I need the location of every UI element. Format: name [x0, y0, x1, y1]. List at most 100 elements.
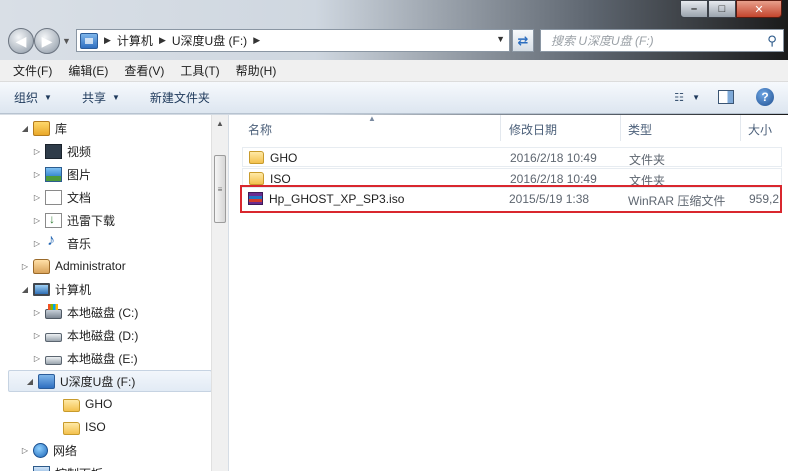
share-label: 共享	[81, 91, 106, 105]
column-type[interactable]: 类型	[628, 121, 652, 138]
breadcrumb-computer[interactable]: 计算机	[117, 32, 153, 49]
tree-item-label: GHO	[85, 397, 113, 411]
tree-item-label: 图片	[67, 167, 92, 182]
tree-item-label: 网络	[53, 443, 78, 458]
expand-arrow-icon[interactable]: ▷	[20, 262, 30, 271]
folder-icon	[63, 398, 80, 412]
control-panel-icon	[33, 465, 50, 471]
tree-item-label: 视频	[67, 144, 92, 159]
tree-item[interactable]: ◢ U深度U盘 (F:)	[8, 370, 212, 392]
expand-arrow-icon[interactable]: ▷	[32, 147, 42, 156]
navigation-pane: ◢库▷视频▷图片▷文档▷迅雷下载▷音乐▷Administrator◢计算机▷本地…	[0, 115, 228, 471]
tree-item[interactable]: ◢ 计算机	[20, 278, 91, 300]
tree-item[interactable]: ▷ 文档	[32, 186, 91, 208]
tree-item[interactable]: GHO	[44, 393, 112, 415]
drive-location-icon	[80, 32, 98, 49]
recent-pages-dropdown[interactable]: ▼	[62, 36, 71, 46]
back-button[interactable]: ◀	[8, 28, 34, 54]
file-modified: 2016/2/18 10:49	[510, 172, 597, 186]
file-modified: 2016/2/18 10:49	[510, 151, 597, 165]
scroll-up-arrow-icon[interactable]: ▲	[212, 115, 228, 131]
expand-arrow-icon[interactable]: ▷	[32, 170, 42, 179]
file-row[interactable]: GHO 2016/2/18 10:49 文件夹	[242, 147, 782, 167]
expand-arrow-icon[interactable]: ▷	[32, 239, 42, 248]
tree-item-label: U深度U盘 (F:)	[60, 374, 136, 389]
music-icon	[45, 232, 62, 251]
tree-item[interactable]: ISO	[44, 416, 106, 438]
expand-arrow-icon[interactable]: ▷	[32, 331, 42, 340]
tree-item[interactable]: ▷ 本地磁盘 (E:)	[32, 347, 138, 369]
user-folder-icon	[33, 258, 50, 274]
search-placeholder: 搜索 U深度U盘 (F:)	[551, 34, 654, 48]
preview-pane-icon[interactable]	[718, 90, 734, 104]
address-row: ◀ ▶ ▼ ▶ 计算机 ▶ U深度U盘 (F:) ▶ ▼ ⇄ 搜索 U深度U盘 …	[0, 24, 788, 58]
search-icon[interactable]: ⚲	[761, 30, 783, 51]
folder-icon	[249, 151, 264, 164]
breadcrumb-separator[interactable]: ▶	[159, 35, 166, 46]
column-divider[interactable]	[620, 115, 621, 141]
new-folder-button[interactable]: 新建文件夹	[150, 89, 210, 106]
menu-tools[interactable]: 工具(T)	[177, 60, 222, 81]
file-list: 名称 ▲ 修改日期 类型 大小 GHO 2016/2/18 10:49 文件夹 ISO…	[234, 115, 788, 471]
collapse-arrow-icon[interactable]: ◢	[20, 285, 30, 294]
usb-drive-icon	[38, 373, 55, 389]
expand-arrow-icon[interactable]: ▷	[32, 216, 42, 225]
tree-item[interactable]: ▷ 图片	[32, 163, 91, 185]
collapse-arrow-icon[interactable]: ◢	[20, 124, 30, 133]
close-button[interactable]: ✕	[736, 0, 782, 18]
maximize-button[interactable]: □	[708, 0, 736, 18]
menu-file[interactable]: 文件(F)	[10, 60, 55, 81]
tree-item[interactable]: ◢ 库	[20, 117, 67, 139]
sort-ascending-icon: ▲	[368, 115, 376, 123]
command-bar: 组织 ▼ 共享 ▼ 新建文件夹 ☷ ▼ ?	[0, 82, 788, 114]
breadcrumb-separator[interactable]: ▶	[253, 35, 260, 46]
tree-item[interactable]: ▷ 本地磁盘 (C:)	[32, 301, 138, 323]
tree-item[interactable]: ▷ 迅雷下载	[32, 209, 115, 231]
address-bar[interactable]: ▶ 计算机 ▶ U深度U盘 (F:) ▶ ▼	[76, 29, 510, 52]
address-dropdown-icon[interactable]: ▼	[496, 34, 505, 44]
highlight-annotation	[240, 185, 782, 213]
tree-item[interactable]: ▷ 视频	[32, 140, 91, 162]
share-button[interactable]: 共享 ▼	[82, 89, 120, 106]
expand-arrow-icon[interactable]: ▷	[32, 193, 42, 202]
tree-item[interactable]: ▷ 音乐	[32, 232, 91, 254]
scrollbar-thumb[interactable]: ≡	[214, 155, 226, 223]
menu-help[interactable]: 帮助(H)	[233, 60, 280, 81]
tree-item[interactable]: ▷ 本地磁盘 (D:)	[32, 324, 138, 346]
folder-icon	[63, 421, 80, 435]
menu-view[interactable]: 查看(V)	[121, 60, 167, 81]
forward-button[interactable]: ▶	[34, 28, 60, 54]
breadcrumb-drive[interactable]: U深度U盘 (F:)	[172, 32, 247, 49]
collapse-arrow-icon[interactable]: ◢	[25, 377, 35, 386]
expand-arrow-icon[interactable]: ▷	[32, 354, 42, 363]
expand-arrow-icon[interactable]: ▷	[20, 446, 30, 455]
chevron-down-icon: ▼	[44, 93, 52, 102]
refresh-button[interactable]: ⇄	[512, 29, 534, 52]
tree-item-label: 本地磁盘 (D:)	[67, 328, 139, 343]
tree-item-label: 本地磁盘 (C:)	[67, 305, 139, 320]
breadcrumb-separator[interactable]: ▶	[104, 35, 111, 46]
system-drive-icon	[45, 303, 62, 319]
search-input[interactable]: 搜索 U深度U盘 (F:) ⚲	[540, 29, 784, 52]
drive-icon	[45, 332, 62, 342]
column-name[interactable]: 名称	[248, 121, 272, 138]
help-icon[interactable]: ?	[756, 88, 774, 106]
column-size[interactable]: 大小	[748, 121, 772, 138]
menu-edit[interactable]: 编辑(E)	[65, 60, 111, 81]
view-options-chevron-icon[interactable]: ▼	[692, 93, 700, 102]
tree-item[interactable]: ▷ Administrator	[20, 255, 126, 277]
computer-icon	[33, 282, 50, 296]
minimize-button[interactable]: –	[680, 0, 708, 18]
organize-button[interactable]: 组织 ▼	[14, 89, 52, 106]
file-name: ISO	[270, 172, 291, 186]
view-controls: ☷ ▼ ?	[666, 88, 774, 106]
tree-item[interactable]: ▷ 网络	[20, 439, 77, 461]
expand-arrow-icon[interactable]: ▷	[32, 308, 42, 317]
explorer-window: – □ ✕ ◀ ▶ ▼ ▶ 计算机 ▶ U深度U盘 (F:) ▶ ▼ ⇄ 搜索 …	[0, 0, 788, 471]
tree-item[interactable]: ▷控制面板	[20, 462, 103, 471]
view-mode-icon[interactable]: ☷	[666, 88, 692, 106]
column-divider[interactable]	[740, 115, 741, 141]
column-modified[interactable]: 修改日期	[509, 121, 557, 138]
navigation-scrollbar[interactable]: ▲ ≡	[211, 115, 228, 471]
column-divider[interactable]	[500, 115, 501, 141]
